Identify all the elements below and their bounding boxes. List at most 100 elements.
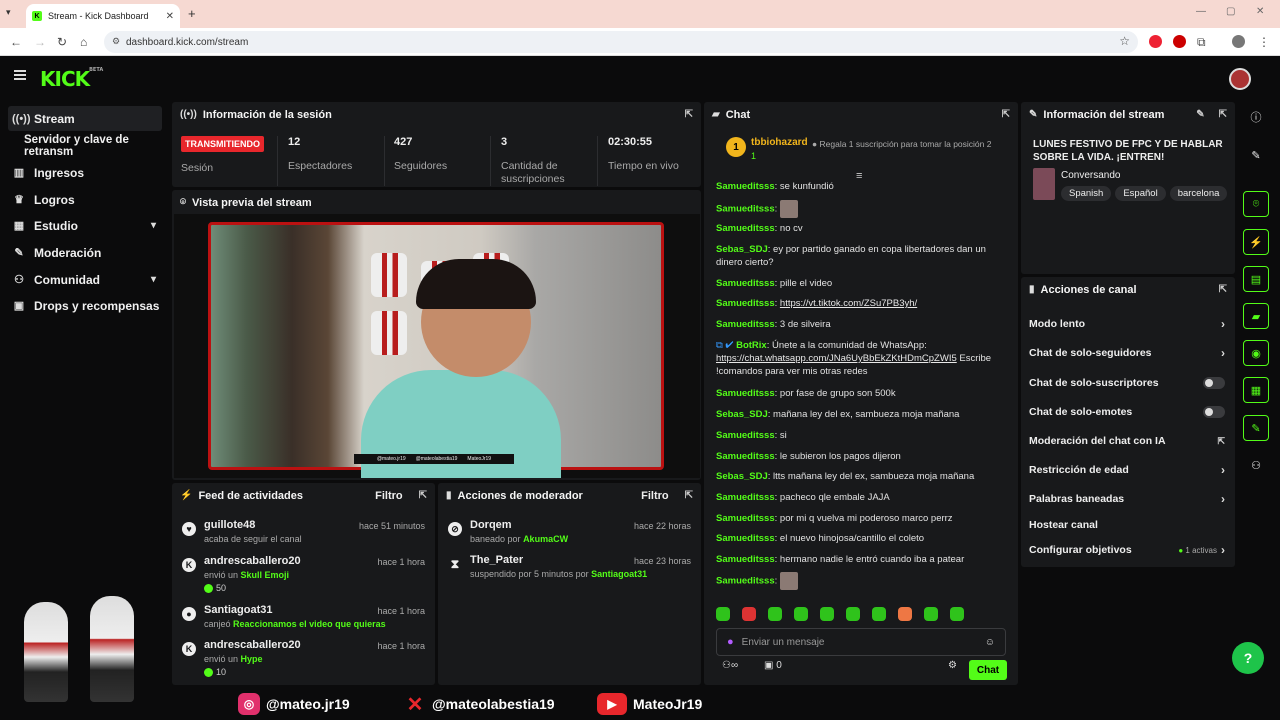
chat-link[interactable]: https://vt.tiktok.com/ZSu7PB3yh/ [780, 298, 917, 309]
document-icon[interactable]: ▤ [1243, 266, 1269, 292]
extensions-puzzle-icon[interactable]: ⧉ [1197, 35, 1206, 50]
community-icon[interactable]: ⚇ [1243, 452, 1269, 478]
expand-icon[interactable]: ⇱ [685, 490, 693, 501]
browser-tab[interactable]: K Stream - Kick Dashboard ✕ [26, 4, 180, 28]
emote-button[interactable] [872, 607, 886, 621]
reload-icon[interactable]: ↻ [57, 35, 67, 49]
wrench-icon[interactable]: ✎ [1243, 415, 1269, 441]
maximize-icon[interactable]: ▢ [1226, 6, 1235, 17]
extension-icon[interactable] [1149, 35, 1162, 48]
new-tab-icon[interactable]: + [188, 6, 196, 21]
lightning-icon[interactable]: ⚡ [1243, 229, 1269, 255]
emote-button[interactable] [794, 607, 808, 621]
site-info-icon[interactable]: ⚙ [112, 36, 120, 47]
sidebar-item-ingresos[interactable]: ▥ Ingresos [8, 160, 162, 185]
extension-icon[interactable] [1173, 35, 1186, 48]
action-slow-mode[interactable]: Modo lento › [1029, 314, 1225, 334]
action-followers-only[interactable]: Chat de solo-seguidores › [1029, 343, 1225, 363]
tab-close-icon[interactable]: ✕ [166, 11, 174, 22]
sidebar-item-drops[interactable]: ▣ Drops y recompensas [8, 293, 162, 318]
overlay-handle: @mateo.jr19 [376, 456, 406, 462]
feed-user[interactable]: guillote48 [204, 519, 255, 531]
action-age-restriction[interactable]: Restricción de edad › [1029, 460, 1225, 480]
bot-badge-icon: ⧉ ✔ [716, 340, 737, 351]
minimize-icon[interactable]: — [1196, 6, 1206, 17]
stream-category[interactable]: Conversando [1061, 170, 1120, 181]
sidebar-item-label: Stream [34, 111, 75, 126]
support-chat-icon[interactable]: ? [1232, 642, 1264, 674]
feed-desc: envió un Skull Emoji [204, 570, 290, 580]
moderator-icon[interactable]: ▦ [1243, 377, 1269, 403]
action-banned-words[interactable]: Palabras baneadas › [1029, 489, 1225, 509]
address-bar[interactable]: ⚙ dashboard.kick.com/stream ☆ [104, 31, 1138, 53]
kick-logo[interactable]: KICKBETA [40, 67, 103, 91]
profile-avatar[interactable] [1232, 35, 1245, 48]
feed-user[interactable]: andrescaballero20 [204, 639, 301, 651]
expand-icon[interactable]: ⇱ [1219, 284, 1227, 295]
sidebar-item-stream[interactable]: ((•)) Stream [8, 106, 162, 131]
chevron-right-icon: › [1221, 463, 1225, 477]
user-avatar[interactable] [1229, 68, 1251, 90]
chat-bubble-icon[interactable]: ▰ [1243, 303, 1269, 329]
toggle-switch[interactable] [1203, 377, 1225, 389]
emoji-picker-icon[interactable]: ☺ [985, 637, 995, 648]
sub-leader-badge: 1 [726, 137, 746, 157]
tag[interactable]: Español [1115, 186, 1166, 201]
chat-input[interactable]: ● Enviar un mensaje ☺ [716, 628, 1006, 656]
home-icon[interactable]: ⌂ [80, 35, 87, 49]
action-configure-goals[interactable]: Configurar objetivos ● 1 activas › [1029, 540, 1225, 560]
category-thumbnail[interactable] [1033, 168, 1055, 200]
mod-action-time: hace 22 horas [633, 521, 691, 531]
expand-icon[interactable]: ⇱ [685, 109, 693, 120]
tag[interactable]: barcelona [1169, 186, 1228, 201]
camera-focus-icon[interactable]: ⌾ [1243, 191, 1269, 217]
chat-users-icon[interactable]: ⚇∞ [722, 660, 738, 671]
sidebar-item-server-key[interactable]: Servidor y clave de retransm [8, 133, 174, 158]
sidebar-item-logros[interactable]: ♛ Logros [8, 187, 162, 212]
close-window-icon[interactable]: ✕ [1256, 6, 1264, 17]
back-icon[interactable]: ← [10, 35, 22, 49]
forward-icon[interactable]: → [34, 35, 46, 49]
action-ai-moderation[interactable]: Moderación del chat con IA ⇱ [1029, 431, 1225, 451]
chat-send-button[interactable]: Chat [969, 660, 1007, 680]
sidebar-item-comunidad[interactable]: ⚇ Comunidad ▾ [8, 267, 162, 292]
chat-gift-counter[interactable]: ▣ 0 [764, 660, 782, 671]
menu-hamburger-icon[interactable] [14, 70, 26, 80]
expand-icon[interactable]: ⇱ [1002, 109, 1010, 120]
emote-button[interactable] [820, 607, 834, 621]
toggle-switch[interactable] [1203, 406, 1225, 418]
emote-button[interactable] [898, 607, 912, 621]
emote-button[interactable] [846, 607, 860, 621]
broadcast-icon[interactable]: ◉ [1243, 340, 1269, 366]
expand-icon[interactable]: ⇱ [419, 490, 427, 501]
emote-button[interactable] [742, 607, 756, 621]
social-handle: @mateo.jr19 [266, 696, 350, 712]
chat-link[interactable]: https://chat.whatsapp.com/JNa6UyBbEkZKtH… [716, 353, 957, 364]
filter-button[interactable]: Filtro [641, 490, 669, 502]
edit-pencil-icon[interactable]: ✎ [1243, 142, 1269, 168]
bookmark-star-icon[interactable]: ☆ [1119, 34, 1130, 48]
feed-user[interactable]: Santiagoat31 [204, 604, 272, 616]
stream-video-preview[interactable]: @mateo.jr19 @mateolabestia19 MateoJr19 [174, 214, 700, 478]
mod-target-user[interactable]: The_Pater [470, 554, 523, 566]
info-icon[interactable]: ⓘ [1243, 104, 1269, 130]
player-figure [24, 602, 68, 702]
emote-button[interactable] [950, 607, 964, 621]
emote-button[interactable] [924, 607, 938, 621]
sidebar-item-estudio[interactable]: ▦ Estudio ▾ [8, 213, 162, 238]
action-host-channel[interactable]: Hostear canal [1029, 515, 1225, 535]
emote-button[interactable] [716, 607, 730, 621]
tab-search-icon[interactable]: ▾ [6, 7, 11, 18]
edit-pencil-icon[interactable]: ✎ [1196, 109, 1204, 120]
expand-icon[interactable]: ⇱ [1219, 109, 1227, 120]
emote-button[interactable] [768, 607, 782, 621]
filter-button[interactable]: Filtro [375, 490, 403, 502]
browser-menu-icon[interactable]: ⋮ [1258, 35, 1270, 49]
mod-target-user[interactable]: Dorqem [470, 519, 512, 531]
chat-settings-icon[interactable]: ⚙ [948, 660, 957, 671]
gift-sub-prompt[interactable]: ● Regala 1 suscripción para tomar la pos… [812, 139, 1008, 150]
sidebar-item-moderacion[interactable]: ✎ Moderación [8, 240, 162, 265]
feed-user[interactable]: andrescaballero20 [204, 555, 301, 567]
tag[interactable]: Spanish [1061, 186, 1112, 201]
sub-leader-name[interactable]: tbbiohazard [751, 137, 808, 148]
